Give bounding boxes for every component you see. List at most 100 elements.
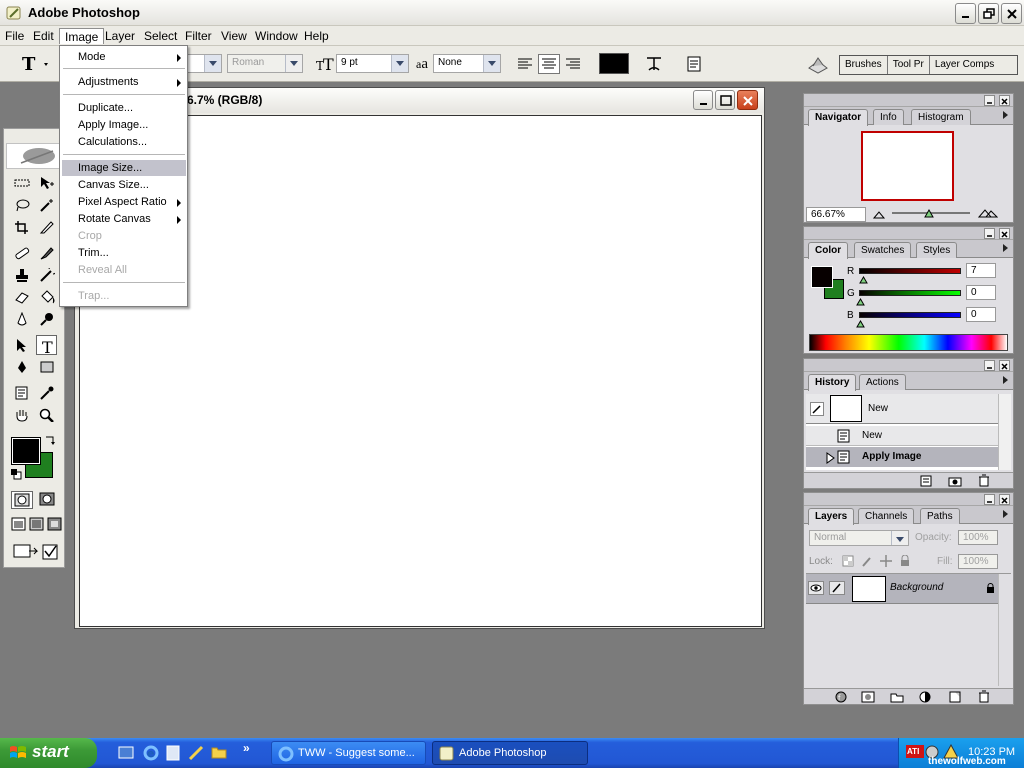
- eyedropper-tool-icon[interactable]: [36, 383, 57, 403]
- opacity-field[interactable]: 100%: [958, 530, 998, 545]
- color-foreground-swatch[interactable]: [811, 266, 833, 288]
- well-tab-layer-comps[interactable]: Layer Comps: [930, 56, 999, 74]
- tab-history[interactable]: History: [808, 374, 857, 391]
- zoom-tool-icon[interactable]: [36, 405, 57, 425]
- new-snapshot-icon[interactable]: [948, 475, 962, 487]
- notes-tool-icon[interactable]: [11, 383, 32, 403]
- menu-item-mode[interactable]: Mode: [62, 49, 186, 65]
- character-palette-icon[interactable]: [684, 54, 704, 77]
- menu-view[interactable]: View: [216, 28, 252, 44]
- foreground-color-swatch[interactable]: [11, 437, 41, 465]
- navigator-zoom-field[interactable]: 66.67%: [806, 207, 866, 222]
- fill-field[interactable]: 100%: [958, 554, 998, 569]
- menu-item-calculations[interactable]: Calculations...: [62, 134, 186, 150]
- g-slider-thumb[interactable]: [856, 296, 865, 309]
- menu-item-apply-image[interactable]: Apply Image...: [62, 117, 186, 133]
- menu-item-adjustments[interactable]: Adjustments: [62, 74, 186, 90]
- tab-paths[interactable]: Paths: [920, 508, 960, 524]
- doc-minimize-button[interactable]: [693, 90, 713, 110]
- menu-file[interactable]: File: [0, 28, 29, 44]
- ati-tray-icon[interactable]: ATI: [906, 745, 924, 758]
- history-scrollbar[interactable]: [998, 394, 1011, 470]
- tab-actions[interactable]: Actions: [859, 374, 906, 390]
- palette-close-button[interactable]: [999, 95, 1010, 106]
- palette-minimize-button[interactable]: [984, 360, 995, 371]
- task-tww-browser[interactable]: TWW - Suggest some...: [271, 741, 426, 765]
- screen-mode-full-menu-icon[interactable]: [29, 517, 44, 534]
- history-state-new[interactable]: New: [806, 426, 998, 446]
- quick-mask-mode-icon[interactable]: [37, 491, 59, 509]
- font-style-select[interactable]: Roman: [227, 54, 303, 73]
- palette-menu-arrow-icon[interactable]: [1003, 510, 1008, 518]
- align-center-icon[interactable]: [538, 54, 560, 74]
- file-browser-icon[interactable]: [806, 53, 830, 78]
- screen-mode-standard-icon[interactable]: [11, 517, 26, 534]
- history-state-apply-image[interactable]: Apply Image: [806, 447, 998, 467]
- lock-image-icon[interactable]: [861, 555, 873, 570]
- layer-brush-link-icon[interactable]: [829, 581, 845, 598]
- menu-select[interactable]: Select: [139, 28, 182, 44]
- g-value-field[interactable]: 0: [966, 285, 996, 300]
- blend-mode-select[interactable]: Normal: [809, 530, 909, 546]
- move-tool-icon[interactable]: [36, 173, 57, 193]
- lock-position-icon[interactable]: [880, 555, 892, 570]
- g-slider[interactable]: [859, 290, 961, 296]
- minimize-button[interactable]: [955, 3, 976, 24]
- menu-item-reveal-all[interactable]: Reveal All: [62, 262, 186, 278]
- menu-item-rotate-canvas[interactable]: Rotate Canvas: [62, 211, 186, 227]
- well-tab-tool-presets[interactable]: Tool Pr: [888, 56, 930, 74]
- menu-item-pixel-aspect-ratio[interactable]: Pixel Aspect Ratio: [62, 194, 186, 210]
- quicklaunch-folder-icon[interactable]: [211, 745, 227, 762]
- align-right-icon[interactable]: [563, 54, 583, 74]
- menu-window[interactable]: Window: [250, 28, 303, 44]
- palette-minimize-button[interactable]: [984, 228, 995, 239]
- paint-bucket-tool-icon[interactable]: [36, 287, 57, 307]
- rectangle-tool-icon[interactable]: [36, 357, 57, 377]
- tab-navigator[interactable]: Navigator: [808, 109, 869, 126]
- align-left-icon[interactable]: [515, 54, 535, 74]
- marquee-tool-icon[interactable]: [11, 173, 32, 193]
- quicklaunch-desktop-icon[interactable]: [118, 745, 134, 764]
- tab-styles[interactable]: Styles: [916, 242, 958, 258]
- navigator-preview[interactable]: [861, 131, 954, 201]
- layer-row-background[interactable]: Background: [806, 574, 998, 604]
- slice-tool-icon[interactable]: [36, 217, 57, 237]
- font-size-select[interactable]: 9 pt: [336, 54, 409, 73]
- history-brush-source-icon[interactable]: [810, 402, 824, 419]
- well-tab-brushes[interactable]: Brushes: [840, 56, 888, 74]
- eraser-tool-icon[interactable]: [11, 287, 32, 307]
- b-value-field[interactable]: 0: [966, 307, 996, 322]
- r-slider[interactable]: [859, 268, 961, 274]
- menu-filter[interactable]: Filter: [180, 28, 217, 44]
- layers-scrollbar[interactable]: [998, 574, 1011, 686]
- blur-tool-icon[interactable]: [11, 309, 32, 329]
- palette-menu-arrow-icon[interactable]: [1003, 111, 1008, 119]
- tab-swatches[interactable]: Swatches: [854, 242, 912, 258]
- tab-channels[interactable]: Channels: [858, 508, 915, 524]
- doc-close-button[interactable]: [737, 90, 758, 110]
- jump-to-imageready-icon[interactable]: [11, 541, 59, 566]
- tab-layers[interactable]: Layers: [808, 508, 855, 525]
- lasso-tool-icon[interactable]: [11, 195, 32, 215]
- r-value-field[interactable]: 7: [966, 263, 996, 278]
- pen-tool-icon[interactable]: [11, 357, 32, 377]
- healing-brush-tool-icon[interactable]: [11, 243, 32, 263]
- magic-wand-tool-icon[interactable]: [36, 195, 57, 215]
- close-button[interactable]: [1001, 3, 1022, 24]
- text-color-swatch[interactable]: [599, 53, 629, 74]
- menu-edit[interactable]: Edit: [28, 28, 59, 44]
- menu-help[interactable]: Help: [299, 28, 334, 44]
- b-slider[interactable]: [859, 312, 961, 318]
- palette-menu-arrow-icon[interactable]: [1003, 244, 1008, 252]
- crop-tool-icon[interactable]: [11, 217, 32, 237]
- antialias-select[interactable]: None: [433, 54, 501, 73]
- quicklaunch-tool-icon[interactable]: [188, 745, 204, 764]
- history-brush-tool-icon[interactable]: [36, 265, 57, 285]
- add-mask-icon[interactable]: [861, 691, 875, 703]
- tab-color[interactable]: Color: [808, 242, 849, 259]
- r-slider-thumb[interactable]: [859, 274, 868, 287]
- dodge-tool-icon[interactable]: [36, 309, 57, 329]
- delete-state-icon[interactable]: [977, 474, 991, 487]
- layer-name[interactable]: Background: [890, 582, 943, 593]
- swap-colors-icon[interactable]: [44, 435, 56, 450]
